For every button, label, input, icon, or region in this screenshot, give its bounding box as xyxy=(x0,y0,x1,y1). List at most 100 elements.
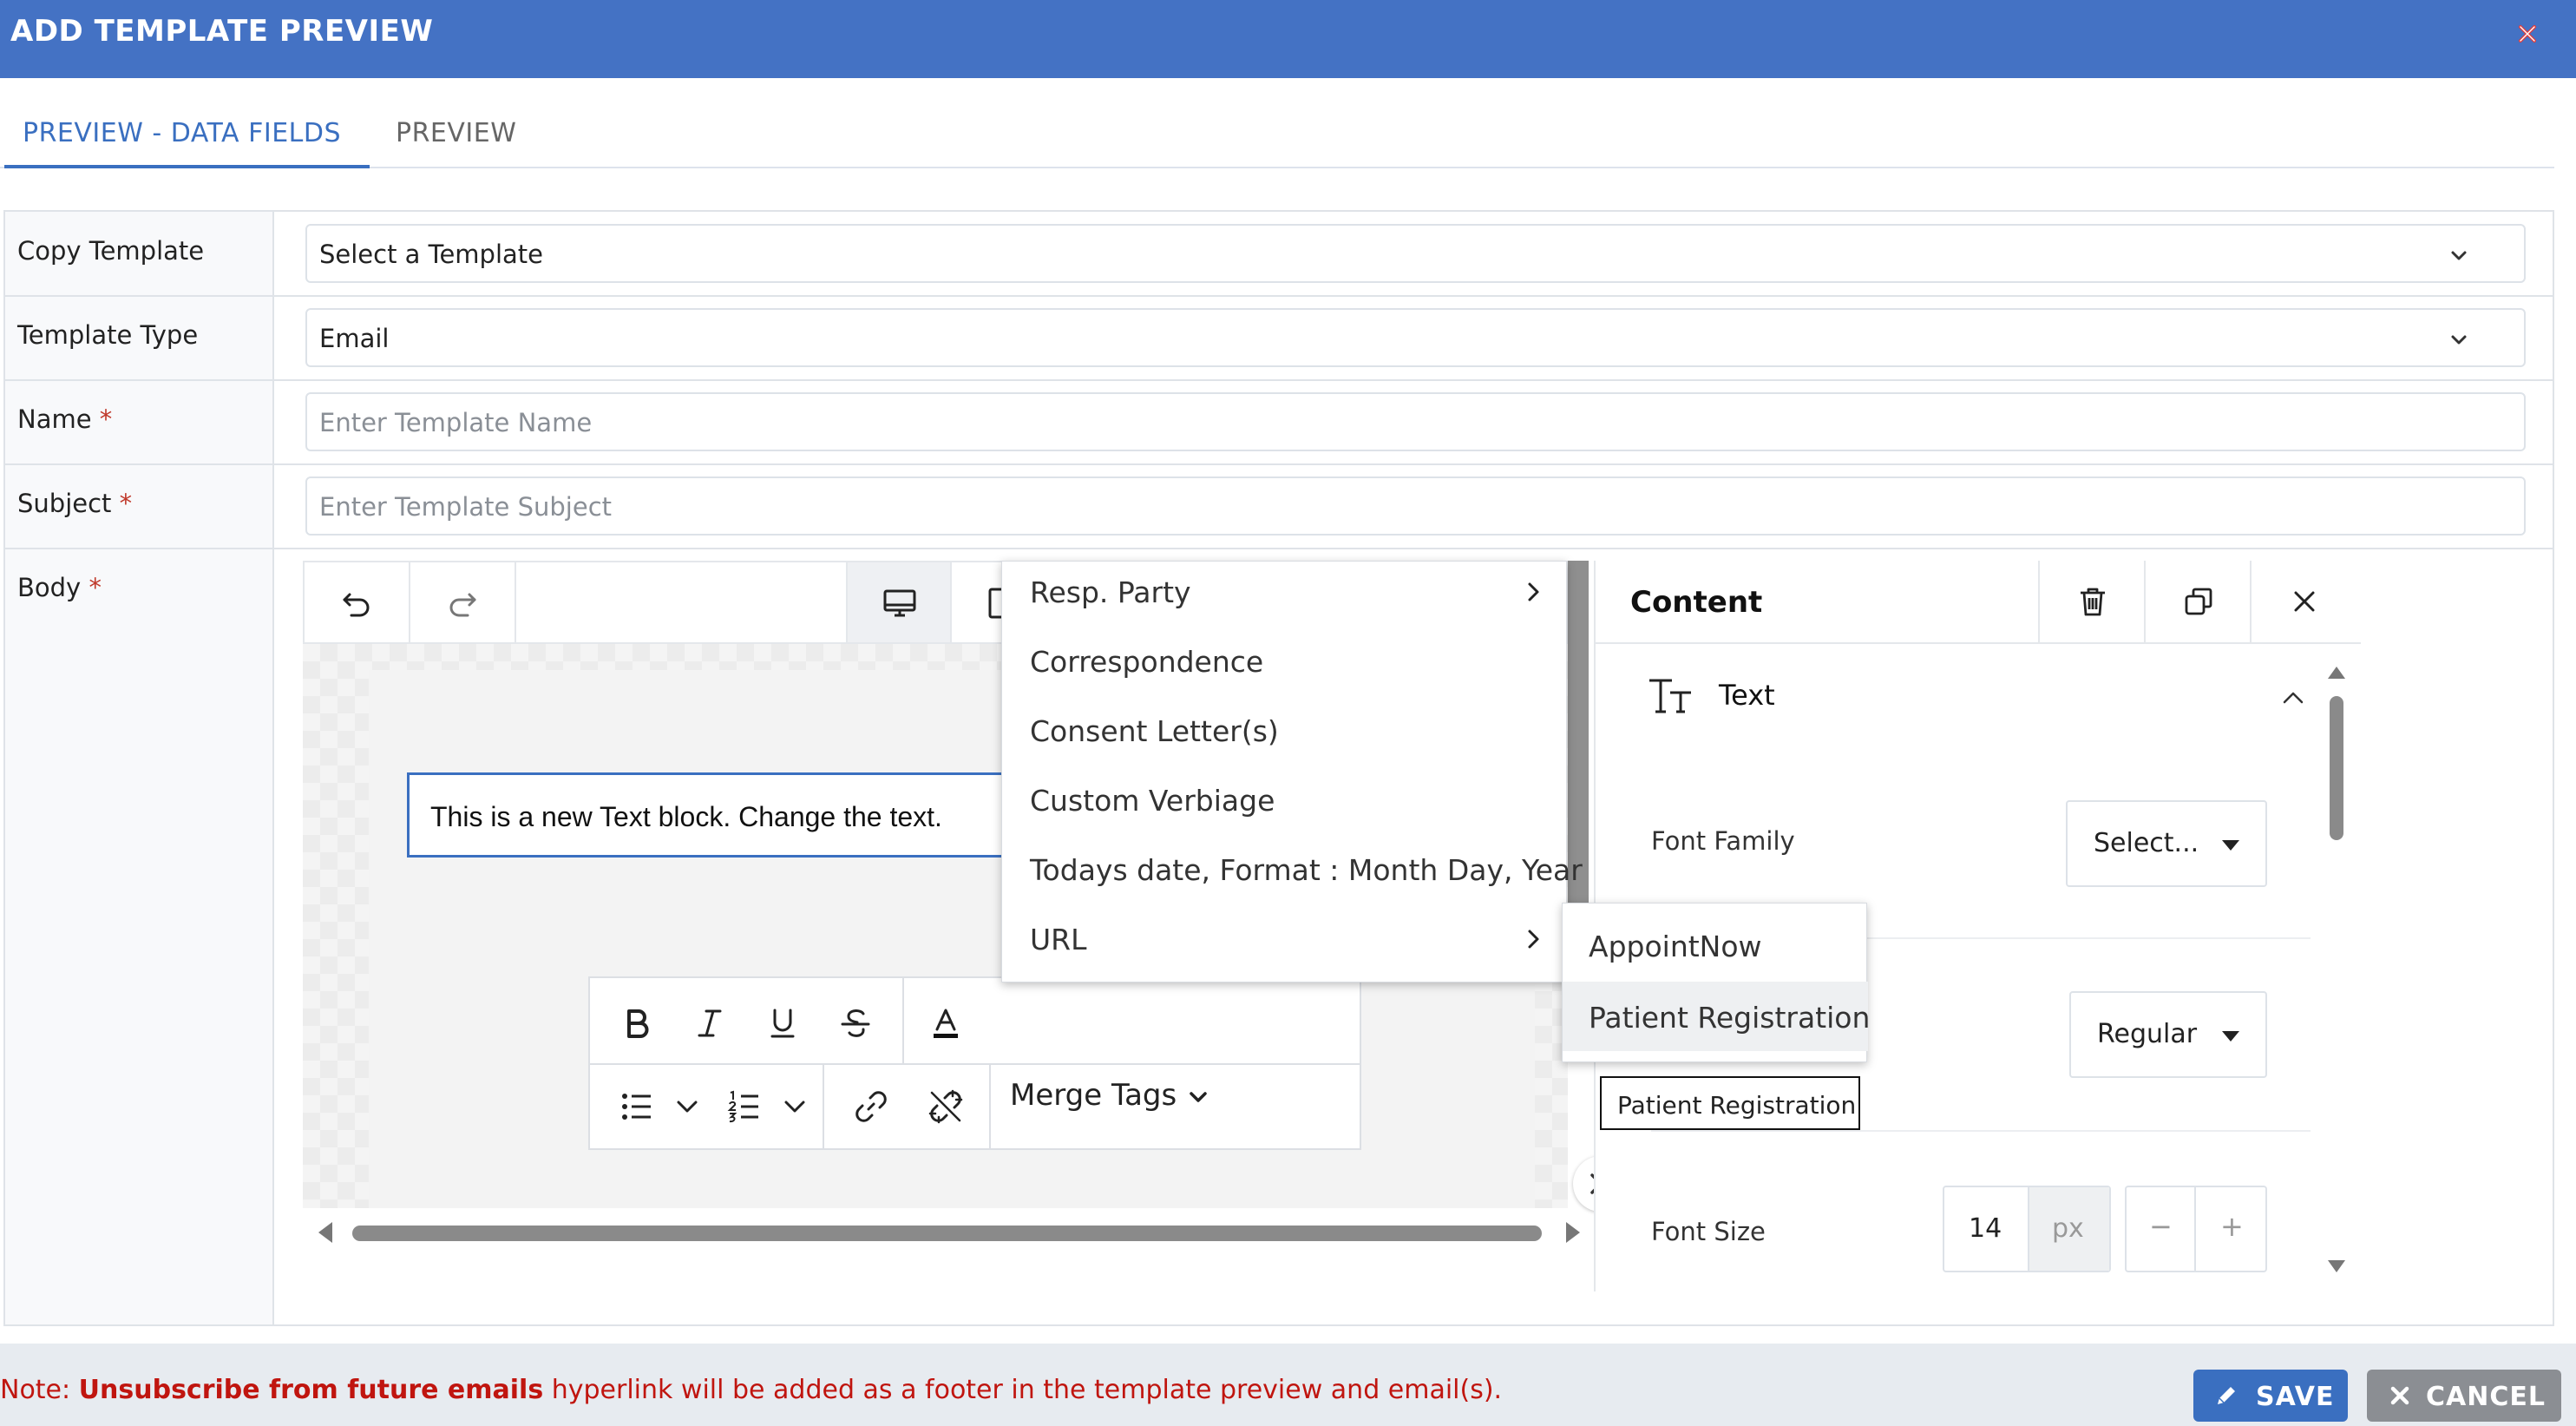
delete-button[interactable] xyxy=(2038,561,2144,642)
font-family-label: Font Family xyxy=(1651,826,1795,856)
merge-tags-button[interactable]: Merge Tags xyxy=(1010,1078,1210,1113)
link-icon xyxy=(855,1091,887,1122)
url-submenu: AppointNow Patient Registration xyxy=(1562,903,1871,1062)
menu-item-correspondence[interactable]: Correspondence xyxy=(1030,645,1263,679)
dialog-footer: Note: Unsubscribe from future emails hyp… xyxy=(0,1344,2576,1426)
chevron-right-icon xyxy=(1528,582,1539,601)
tab-preview-data-fields[interactable]: PREVIEW - DATA FIELDS xyxy=(23,118,341,148)
increase-button[interactable]: + xyxy=(2196,1187,2265,1271)
note-prefix: Note: xyxy=(0,1375,79,1405)
subject-placeholder: Enter Template Subject xyxy=(319,492,613,522)
row-divider xyxy=(5,379,2553,381)
subject-field[interactable]: Enter Template Subject xyxy=(305,476,2526,536)
scroll-up-arrow[interactable] xyxy=(2328,667,2345,679)
submenu-item-appointnow[interactable]: AppointNow xyxy=(1563,910,1868,980)
numbered-list-dropdown[interactable] xyxy=(769,1081,821,1133)
close-icon xyxy=(2390,1386,2409,1405)
scroll-left-arrow[interactable] xyxy=(318,1222,332,1243)
text-section-title: Text xyxy=(1719,679,1775,712)
menu-item-url[interactable]: URL xyxy=(1030,923,1086,956)
strikethrough-button[interactable] xyxy=(829,997,882,1049)
required-mark: * xyxy=(119,489,133,518)
copy-template-select[interactable]: Select a Template xyxy=(305,224,2526,283)
divider xyxy=(823,1063,824,1148)
subject-label-text: Subject xyxy=(17,489,112,518)
undo-button[interactable] xyxy=(305,562,410,642)
scroll-right-arrow[interactable] xyxy=(1566,1222,1580,1243)
text-type-icon xyxy=(1649,679,1691,713)
unsubscribe-text: Unsubscribe from future emails xyxy=(78,1375,544,1405)
text-block[interactable]: This is a new Text block. Change the tex… xyxy=(407,772,1014,858)
unlink-icon xyxy=(928,1089,963,1124)
menu-item-resp-party[interactable]: Resp. Party xyxy=(1030,575,1191,609)
plus-icon: + xyxy=(2220,1210,2244,1243)
horizontal-scroll-thumb[interactable] xyxy=(352,1226,1542,1241)
dialog-title: ADD TEMPLATE PREVIEW xyxy=(10,14,434,49)
cancel-button[interactable]: CANCEL xyxy=(2367,1370,2561,1422)
panel-vertical-scrollbar[interactable] xyxy=(2326,667,2347,1274)
divider xyxy=(989,1063,991,1148)
font-size-value: 14 xyxy=(1969,1213,2002,1244)
submenu-item-label: Patient Registration xyxy=(1589,1001,1871,1035)
menu-item-todays-date[interactable]: Todays date, Format : Month Day, Year xyxy=(1030,853,1583,887)
row-divider xyxy=(5,463,2553,465)
bullet-list-dropdown[interactable] xyxy=(661,1081,713,1133)
font-size-label: Font Size xyxy=(1651,1217,1766,1246)
menu-item-custom-verbiage[interactable]: Custom Verbiage xyxy=(1030,784,1275,818)
panel-scroll-thumb[interactable] xyxy=(2330,696,2343,840)
tooltip: Patient Registration xyxy=(1600,1076,1860,1130)
font-color-button[interactable] xyxy=(920,997,972,1049)
font-color-icon xyxy=(934,1009,958,1038)
submenu-item-patient-registration[interactable]: Patient Registration xyxy=(1563,982,1871,1051)
desktop-icon xyxy=(883,589,916,617)
body-label-text: Body xyxy=(17,573,82,602)
copy-template-value: Select a Template xyxy=(319,240,543,269)
duplicate-button[interactable] xyxy=(2144,561,2250,642)
scroll-down-arrow[interactable] xyxy=(2328,1260,2345,1272)
chevron-up-icon xyxy=(2283,692,2304,704)
divider xyxy=(1651,1130,2311,1132)
bullet-list-icon xyxy=(622,1094,651,1120)
close-icon[interactable] xyxy=(2514,21,2540,47)
bold-button[interactable] xyxy=(611,997,663,1049)
desktop-view-button[interactable] xyxy=(846,562,952,642)
font-weight-select[interactable]: Regular xyxy=(2069,991,2267,1078)
name-label: Name * xyxy=(17,404,112,434)
link-button[interactable] xyxy=(845,1081,897,1133)
minus-icon: − xyxy=(2149,1210,2173,1243)
save-button[interactable]: SAVE xyxy=(2193,1370,2348,1422)
redo-button[interactable] xyxy=(410,562,516,642)
font-family-select[interactable]: Select... xyxy=(2066,800,2267,887)
text-block-content: This is a new Text block. Change the tex… xyxy=(430,801,942,832)
tooltip-text: Patient Registration xyxy=(1617,1091,1857,1120)
tab-preview[interactable]: PREVIEW xyxy=(396,118,516,148)
note-suffix: hyperlink will be added as a footer in t… xyxy=(543,1375,1503,1405)
close-panel-button[interactable] xyxy=(2250,561,2356,642)
trash-icon xyxy=(2081,588,2105,616)
footer-note: Note: Unsubscribe from future emails hyp… xyxy=(0,1375,1502,1405)
unit-box: px xyxy=(2028,1187,2109,1271)
template-type-select[interactable]: Email xyxy=(305,308,2526,367)
font-size-input[interactable]: 14 px xyxy=(1943,1186,2111,1272)
cancel-label: CANCEL xyxy=(2426,1382,2546,1412)
caret-down-icon xyxy=(2222,1031,2239,1042)
close-icon xyxy=(2294,591,2315,612)
bullet-list-button[interactable] xyxy=(611,1081,663,1133)
italic-button[interactable] xyxy=(684,997,736,1049)
font-family-value: Select... xyxy=(2094,828,2199,858)
decrease-button[interactable]: − xyxy=(2127,1187,2196,1271)
horizontal-scrollbar[interactable] xyxy=(303,1217,1580,1248)
row-divider xyxy=(5,548,2553,549)
menu-item-consent-letters[interactable]: Consent Letter(s) xyxy=(1030,714,1279,748)
text-format-toolbar: Merge Tags xyxy=(588,976,1361,1150)
unlink-button[interactable] xyxy=(920,1081,972,1133)
numbered-list-button[interactable] xyxy=(718,1081,770,1133)
name-field[interactable]: Enter Template Name xyxy=(305,392,2526,451)
underline-button[interactable] xyxy=(757,997,809,1049)
pencil-icon xyxy=(2218,1387,2235,1404)
divider xyxy=(590,1063,1360,1065)
duplicate-icon xyxy=(2185,588,2212,615)
text-section-header[interactable]: Text xyxy=(1648,672,2316,724)
required-mark: * xyxy=(88,573,102,602)
strikethrough-icon xyxy=(841,1009,870,1037)
